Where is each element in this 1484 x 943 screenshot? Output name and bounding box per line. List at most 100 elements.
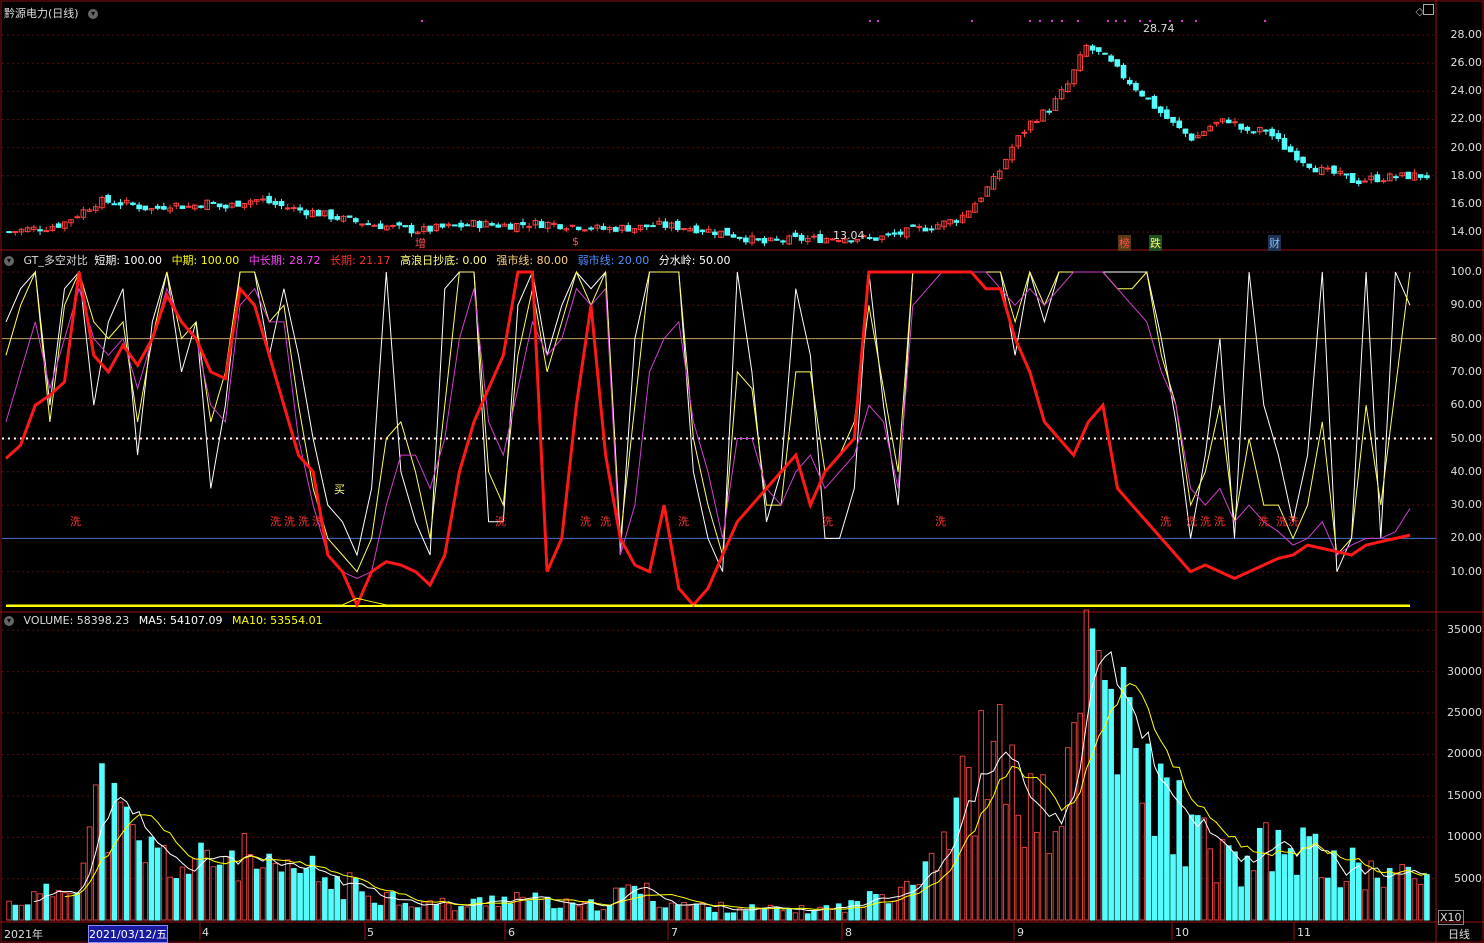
- candle-body: [953, 220, 960, 223]
- volume-bar: [278, 871, 285, 921]
- event-badge[interactable]: 榜: [1118, 235, 1131, 251]
- event-badge[interactable]: 增: [414, 235, 427, 251]
- wash-marker: 洗: [284, 515, 295, 528]
- dropdown-circle-icon[interactable]: ▾: [4, 256, 14, 266]
- volume-bar: [1405, 866, 1412, 921]
- candle-body: [613, 227, 619, 232]
- candle-body: [371, 224, 378, 227]
- volume-bar: [6, 900, 12, 921]
- dropdown-circle-icon[interactable]: ▾: [88, 9, 99, 19]
- candle-body: [1120, 64, 1127, 79]
- volume-bar: [12, 904, 19, 921]
- candle-body: [507, 223, 514, 230]
- candle-body: [1393, 176, 1399, 179]
- volume-bar: [1318, 877, 1325, 921]
- candle-body: [291, 207, 297, 210]
- price-tick-label: 20.00: [1450, 140, 1483, 154]
- indicator-tick-label: 70.00: [1450, 364, 1483, 378]
- candle-body: [1287, 146, 1294, 153]
- volume-bar: [1102, 680, 1108, 921]
- event-dot: [970, 19, 974, 23]
- candle-body: [1325, 167, 1331, 170]
- candle-body: [161, 206, 167, 210]
- event-dot: [876, 19, 880, 23]
- x-label-cursor-date[interactable]: 2021/03/12/五: [88, 925, 169, 943]
- candle-body: [452, 224, 458, 227]
- volume-bar: [284, 859, 291, 921]
- event-badge[interactable]: 财: [1268, 235, 1281, 251]
- event-dot: [1263, 19, 1267, 23]
- volume-bar: [792, 912, 799, 921]
- volume-bar: [1250, 870, 1257, 921]
- candle-body: [693, 225, 700, 234]
- price-panel-header: 黔源电力(日线) ▾: [4, 5, 104, 21]
- event-dot: [1038, 19, 1042, 23]
- readout-long: 长期: 21.17: [329, 254, 391, 267]
- volume-bar: [123, 806, 130, 921]
- candle-body: [266, 195, 272, 204]
- volume-bar: [947, 849, 953, 921]
- volume-bar: [291, 868, 297, 921]
- period-label[interactable]: 日线: [1448, 926, 1470, 942]
- volume-bar: [922, 861, 929, 921]
- candle-body: [811, 235, 817, 238]
- volume-bar: [1337, 887, 1344, 921]
- price-tick-label: 26.00: [1450, 56, 1483, 70]
- candle-body: [1108, 55, 1114, 62]
- volume-bar: [551, 908, 557, 921]
- volume-bar: [755, 907, 762, 921]
- candle-body: [235, 200, 241, 207]
- candle-body: [1380, 180, 1387, 183]
- candle-body: [569, 224, 576, 227]
- candle-body: [315, 209, 322, 217]
- candle-body: [37, 229, 43, 232]
- candle-body: [328, 209, 334, 220]
- volume-bar: [105, 852, 111, 921]
- volume-bar: [1034, 831, 1040, 921]
- candle-body: [105, 195, 111, 203]
- indicator-tick-label: 100.0: [1450, 265, 1483, 278]
- event-badge[interactable]: 跌: [1149, 235, 1162, 251]
- volume-bar: [1244, 855, 1251, 921]
- candle-body: [1244, 126, 1251, 131]
- volume-bar: [761, 907, 768, 921]
- dropdown-circle-icon[interactable]: ▾: [4, 616, 14, 626]
- event-dot: [868, 19, 872, 23]
- candle-body: [198, 205, 204, 208]
- volume-bar: [31, 891, 37, 921]
- candle-body: [582, 229, 588, 232]
- volume-bar: [575, 905, 582, 921]
- volume-bar: [1151, 835, 1158, 921]
- candle-body: [179, 205, 186, 209]
- volume-bar: [346, 872, 353, 921]
- volume-bar: [1108, 688, 1114, 921]
- volume-bar: [1164, 777, 1170, 921]
- volume-bar: [693, 903, 700, 921]
- event-badge[interactable]: $: [571, 235, 580, 248]
- volume-bar: [513, 892, 520, 921]
- volume-bar: [804, 913, 811, 921]
- wash-marker: 洗: [1258, 515, 1269, 528]
- x-label-month: 9: [1017, 926, 1024, 939]
- candle-body: [1269, 128, 1275, 137]
- candle-body: [1114, 59, 1121, 67]
- candle-body: [43, 230, 50, 233]
- candle-body: [600, 226, 607, 230]
- maximize-icon[interactable]: [1423, 4, 1434, 15]
- candle-body: [922, 227, 929, 232]
- volume-bar: [916, 884, 923, 921]
- candle-body: [873, 237, 879, 241]
- volume-bar: [569, 902, 576, 921]
- volume-bar: [1120, 666, 1127, 921]
- candle-body: [346, 215, 353, 218]
- candle-body: [278, 201, 285, 207]
- volume-bar: [699, 902, 706, 921]
- volume-bar: [192, 858, 198, 921]
- volume-bar: [117, 801, 124, 921]
- candle-body: [402, 225, 409, 228]
- volume-bar: [222, 855, 229, 921]
- candle-body: [712, 231, 718, 236]
- volume-bar: [247, 853, 254, 921]
- candle-body: [1164, 109, 1170, 119]
- candle-body: [297, 207, 303, 211]
